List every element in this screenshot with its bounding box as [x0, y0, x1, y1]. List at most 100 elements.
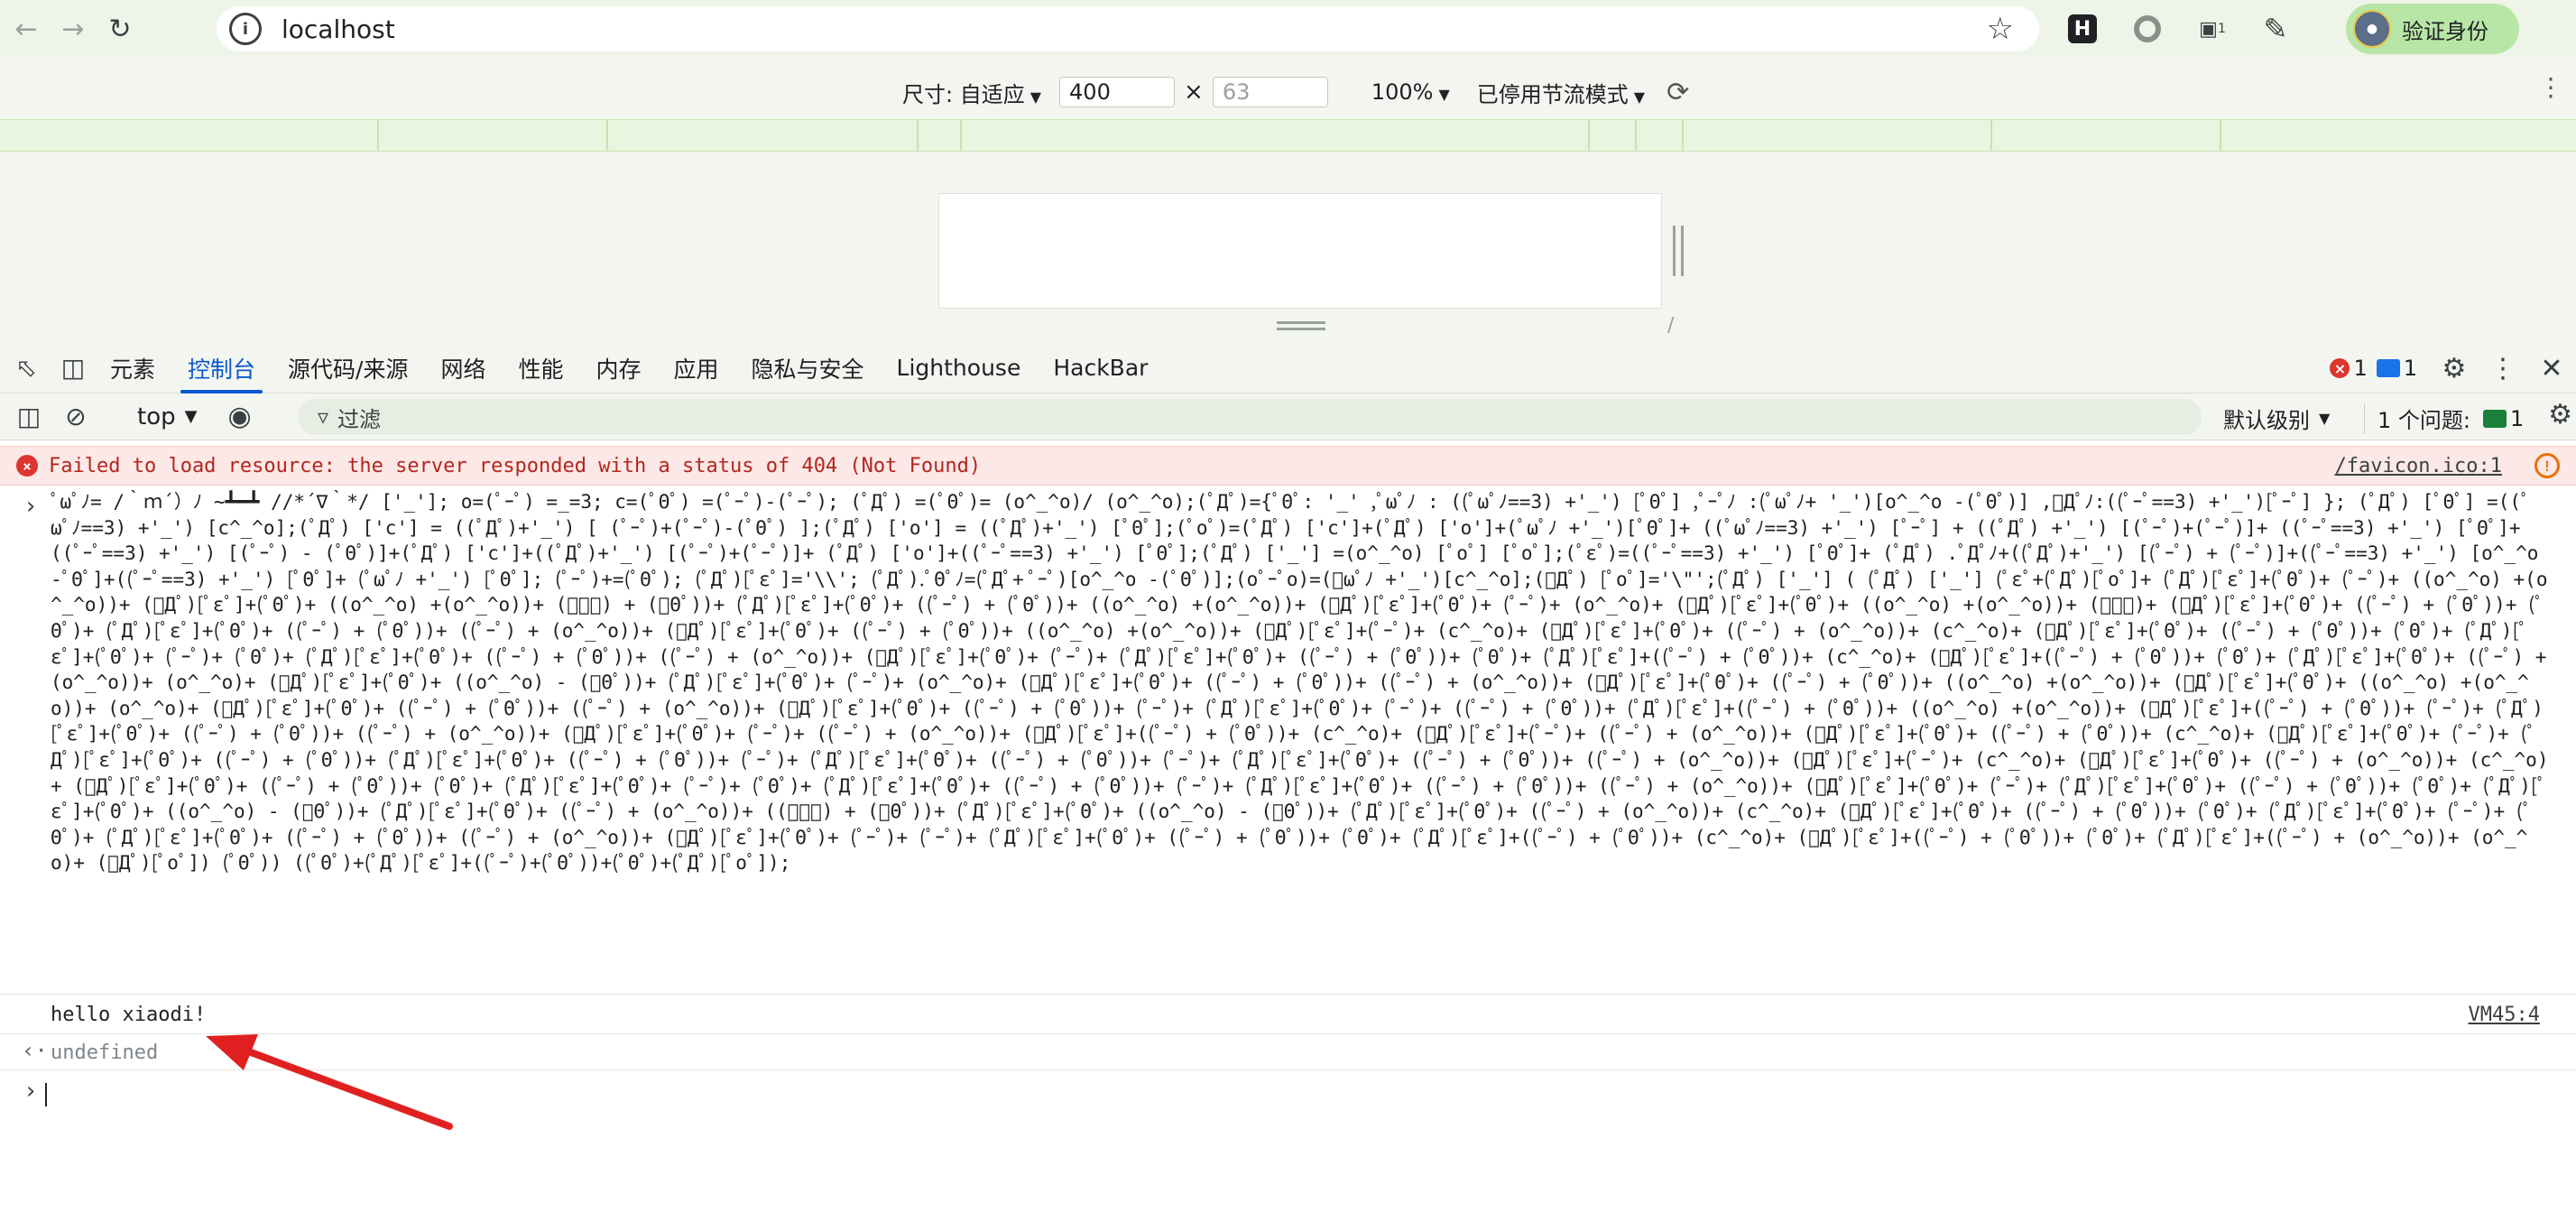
- inspect-element-icon[interactable]: ⬁: [5, 347, 47, 389]
- console-log-row: hello xiaodi! VM45:4: [0, 996, 2576, 1034]
- address-bar[interactable]: i localhost ☆: [217, 6, 2039, 51]
- browser-toolbar: ← → ↻ i localhost ☆ H ▣ 1 ✎ ● 验证身份: [0, 0, 2576, 58]
- ruler-tick: [1990, 120, 1992, 151]
- profile-verify-button[interactable]: ● 验证身份: [2346, 4, 2519, 54]
- console-toolbar: ◫ ⊘ top ▼ ◉ ▿ 过滤 默认级别 ▼ 1 个问题: 1 ⚙: [0, 393, 2576, 440]
- tab-memory[interactable]: 内存: [580, 343, 658, 393]
- console-input-echo: › ﾟωﾟﾉ= /｀ｍ´）ﾉ ~┻━┻ //*´∇｀*/ ['_']; o=(ﾟ…: [0, 489, 2576, 995]
- error-count: 1: [2353, 356, 2368, 381]
- extensions-puzzle-icon[interactable]: ✎: [2257, 11, 2294, 47]
- ruler-tick: [377, 120, 379, 151]
- console-messages[interactable]: × Failed to load resource: the server re…: [0, 442, 2576, 1222]
- close-icon[interactable]: ✕: [2531, 347, 2572, 389]
- more-options-icon[interactable]: ⋮: [2482, 347, 2524, 389]
- media-query-ruler[interactable]: [0, 119, 2576, 152]
- log-level-dropdown[interactable]: 默认级别 ▼: [2223, 403, 2330, 434]
- issues-label: 1 个问题:: [2377, 408, 2470, 433]
- log-source-link[interactable]: VM45:4: [2469, 1004, 2540, 1026]
- clear-console-icon[interactable]: ⊘: [58, 399, 94, 435]
- reload-icon[interactable]: ↻: [99, 8, 141, 50]
- text-cursor: [45, 1083, 47, 1106]
- tab-application[interactable]: 应用: [658, 343, 735, 393]
- console-settings-gear-icon[interactable]: ⚙: [2548, 399, 2572, 430]
- tab-sources[interactable]: 源代码/来源: [272, 343, 424, 393]
- settings-gear-icon[interactable]: ⚙: [2433, 347, 2475, 389]
- device-toggle-icon[interactable]: ◫: [52, 347, 94, 389]
- message-count: 1: [2403, 356, 2417, 381]
- error-counter[interactable]: × 1 1: [2330, 356, 2417, 381]
- error-source-link[interactable]: /favicon.ico:1: [2335, 455, 2502, 477]
- context-dropdown[interactable]: top ▼: [137, 403, 197, 430]
- console-prompt[interactable]: ›: [0, 1074, 2576, 1114]
- filter-input[interactable]: ▿ 过滤: [298, 399, 2202, 435]
- width-input[interactable]: 400: [1059, 77, 1176, 107]
- tab-elements[interactable]: 元素: [94, 343, 171, 393]
- profile-verify-label: 验证身份: [2402, 18, 2488, 44]
- tab-performance[interactable]: 性能: [502, 343, 579, 393]
- tab-privacy-security[interactable]: 隐私与安全: [735, 343, 881, 393]
- extension-badge-count: 1: [2217, 22, 2226, 36]
- ruler-tick: [2220, 120, 2221, 151]
- dimensions-label: 尺寸: 自适应: [902, 81, 1025, 107]
- sidebar-toggle-icon[interactable]: ◫: [11, 399, 47, 435]
- return-value: undefined: [51, 1041, 159, 1064]
- log-output-text: hello xiaodi!: [51, 1004, 207, 1026]
- bookmark-star-icon[interactable]: ☆: [1987, 11, 2014, 47]
- throttle-label: 已停用节流模式: [1476, 81, 1629, 107]
- source-warning-icon[interactable]: !: [2534, 453, 2560, 478]
- console-error-row: × Failed to load resource: the server re…: [0, 446, 2576, 486]
- ruler-tick: [606, 120, 608, 151]
- context-label: top: [137, 403, 176, 430]
- chevron-down-icon: ▼: [1029, 88, 1042, 106]
- ruler-tick: [1635, 120, 1637, 151]
- rotate-icon[interactable]: ⟳: [1667, 77, 1689, 108]
- extension-h-icon[interactable]: H: [2068, 14, 2097, 43]
- filter-placeholder: 过滤: [337, 406, 382, 432]
- resize-handle-right[interactable]: [1673, 226, 1684, 276]
- dimension-separator: ×: [1184, 79, 1204, 106]
- issues-counter[interactable]: 1 个问题: 1: [2364, 403, 2524, 434]
- log-level-label: 默认级别: [2223, 408, 2310, 433]
- tab-console[interactable]: 控制台: [171, 343, 272, 393]
- resize-handle-corner-icon[interactable]: ∕: [1667, 314, 1691, 338]
- chevron-down-icon: ▼: [1633, 88, 1646, 106]
- back-icon[interactable]: ←: [5, 8, 47, 50]
- more-options-icon[interactable]: ⋮: [2538, 72, 2563, 102]
- zoom-dropdown[interactable]: 100% ▼: [1371, 79, 1450, 105]
- emulated-viewport-area: ∕: [0, 152, 2576, 343]
- tab-lighthouse[interactable]: Lighthouse: [881, 343, 1038, 393]
- chevron-right-icon: ›: [23, 493, 38, 520]
- message-icon: [2376, 359, 2400, 377]
- error-icon: ×: [2330, 358, 2350, 378]
- filter-funnel-icon: ▿: [318, 404, 329, 430]
- ruler-tick: [1682, 120, 1684, 151]
- forward-icon[interactable]: →: [52, 8, 94, 50]
- devtools-right-controls: × 1 1 ⚙ ⋮ ✕: [2330, 343, 2576, 393]
- zoom-label: 100%: [1371, 79, 1434, 105]
- height-input[interactable]: 63: [1212, 77, 1328, 107]
- device-controls: 尺寸: 自适应 ▼ 400 × 63 100% ▼ 已停用节流模式 ▼ ⟳: [902, 74, 1689, 110]
- url-text[interactable]: localhost: [282, 14, 395, 44]
- extension-circle-icon[interactable]: [2129, 11, 2165, 47]
- throttle-dropdown[interactable]: 已停用节流模式 ▼: [1477, 77, 1645, 108]
- site-info-icon[interactable]: i: [229, 13, 262, 45]
- ruler-tick: [960, 120, 962, 151]
- aaencode-code: ﾟωﾟﾉ= /｀ｍ´）ﾉ ~┻━┻ //*´∇｀*/ ['_']; o=(ﾟｰﾟ…: [51, 491, 2549, 875]
- dimensions-dropdown[interactable]: 尺寸: 自适应 ▼: [902, 77, 1041, 108]
- avatar: ●: [2353, 10, 2391, 48]
- resize-handle-bottom[interactable]: [1277, 321, 1325, 330]
- live-expression-eye-icon[interactable]: ◉: [227, 401, 251, 432]
- chevron-right-icon: ›: [23, 1078, 38, 1105]
- console-return-row: ‹· undefined: [0, 1034, 2576, 1070]
- tab-network[interactable]: 网络: [424, 343, 502, 393]
- chevron-down-icon: ▼: [1438, 86, 1450, 103]
- emulated-page[interactable]: [938, 193, 1662, 309]
- error-message: Failed to load resource: the server resp…: [49, 454, 982, 477]
- return-arrow-icon: ‹·: [22, 1038, 48, 1063]
- extension-badge-icon[interactable]: ▣ 1: [2194, 11, 2230, 47]
- chevron-down-icon: ▼: [184, 407, 198, 426]
- ruler-tick: [917, 120, 919, 151]
- tab-hackbar[interactable]: HackBar: [1037, 343, 1164, 393]
- error-icon: ×: [16, 455, 38, 477]
- devtools-tab-bar: ⬁ ◫ 元素 控制台 源代码/来源 网络 性能 内存 应用 隐私与安全 Ligh…: [0, 343, 2576, 393]
